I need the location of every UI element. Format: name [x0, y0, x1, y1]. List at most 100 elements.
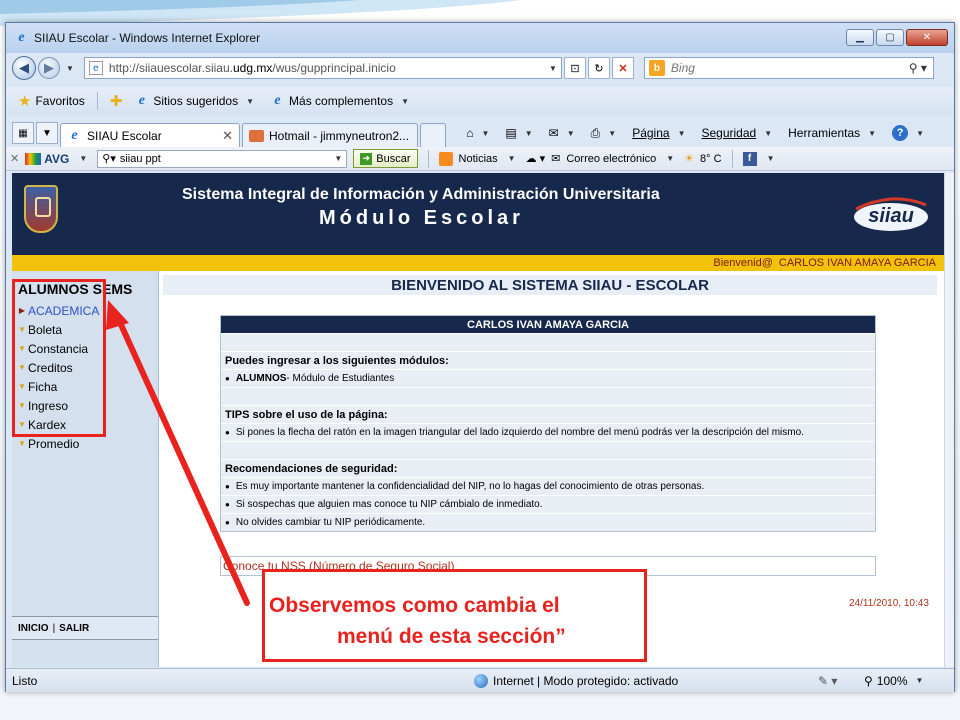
- close-tab-icon[interactable]: ✕: [222, 128, 233, 144]
- suggested-sites-icon: e: [138, 93, 145, 108]
- address-url[interactable]: http://siiauescolar.siiau.udg.mx/wus/gup…: [109, 61, 545, 75]
- triangle-right-icon[interactable]: ▶: [18, 306, 26, 315]
- addons-label: Más complementos: [289, 94, 394, 108]
- protected-mode-icon[interactable]: ✎ ▾: [818, 674, 837, 688]
- welcome-banner: BIENVENIDO AL SISTEMA SIIAU - ESCOLAR: [163, 275, 937, 295]
- triangle-down-icon[interactable]: ▼: [18, 363, 26, 372]
- weather-widget-icon[interactable]: ☁ ▾: [526, 152, 546, 165]
- modules-title: Puedes ingresar a los siguientes módulos…: [221, 351, 875, 369]
- add-favorite-icon: ✚: [109, 93, 123, 110]
- zoom-icon: ⚲: [864, 673, 873, 688]
- bing-logo-icon: b: [648, 60, 665, 76]
- print-button[interactable]: ⎙ ▼: [591, 126, 621, 141]
- status-text: Listo: [12, 673, 38, 688]
- home-button[interactable]: ⌂ ▼: [466, 126, 493, 140]
- avg-logo[interactable]: AVG: [25, 152, 69, 166]
- udg-crest-logo: [24, 185, 58, 233]
- close-toolbar-icon[interactable]: ✕: [10, 152, 19, 165]
- chevron-down-icon[interactable]: ▼: [767, 154, 775, 163]
- footer-links: INICIO | SALIR: [12, 616, 158, 640]
- close-button[interactable]: ✕: [906, 29, 948, 46]
- triangle-down-icon[interactable]: ▼: [18, 325, 26, 334]
- menu-item-kardex[interactable]: ▼ Kardex: [18, 415, 110, 434]
- vertical-scrollbar[interactable]: [944, 173, 954, 667]
- annotation-callout: Observemos como cambia el menú de esta s…: [262, 569, 647, 662]
- info-spacer: [221, 441, 875, 459]
- compatibility-view-icon[interactable]: ⊡: [563, 57, 586, 79]
- add-favorite-button[interactable]: ✚: [106, 92, 127, 110]
- side-menu: ▶ ACADEMICA ▼ Boleta ▼ Constancia ▼ Creditos…: [18, 301, 110, 453]
- site-banner: Sistema Integral de Información y Admini…: [12, 173, 944, 255]
- welcome-prefix: Bienvenid@: [713, 257, 773, 269]
- quick-tabs-button[interactable]: ▦: [12, 122, 34, 144]
- menu-item-creditos[interactable]: ▼ Creditos: [18, 358, 110, 377]
- title-bar: e SIIAU Escolar - Windows Internet Explo…: [6, 23, 954, 53]
- command-bar: ⌂ ▼ ▤ ▼ ✉ ▼ ⎙ ▼ Página ▼ Seguridad ▼ Herra…: [466, 119, 954, 147]
- search-icon[interactable]: ⚲ ▾: [909, 61, 927, 75]
- help-button[interactable]: ? ▼: [892, 125, 928, 141]
- triangle-down-icon[interactable]: ▼: [18, 420, 26, 429]
- tab-hotmail[interactable]: Hotmail - jimmyneutron2...: [242, 123, 418, 147]
- triangle-down-icon[interactable]: ▼: [18, 439, 26, 448]
- chevron-down-icon[interactable]: ▼: [666, 154, 674, 163]
- safety-menu[interactable]: Seguridad ▼: [701, 126, 776, 140]
- triangle-down-icon[interactable]: ▼: [18, 382, 26, 391]
- buscar-button[interactable]: ➜ Buscar: [353, 149, 418, 168]
- chevron-down-icon[interactable]: ▼: [79, 154, 87, 163]
- triangle-down-icon[interactable]: ▼: [18, 344, 26, 353]
- chevron-down-icon: ▼: [246, 96, 255, 106]
- security-row: ● Si sospechas que alguien mas conoce tu …: [221, 495, 875, 513]
- annotation-line-1: Observemos como cambia el: [269, 594, 560, 617]
- menu-item-ficha[interactable]: ▼ Ficha: [18, 377, 110, 396]
- siiau-logo: siiau: [854, 197, 928, 231]
- suggested-sites-button[interactable]: e Sitios sugeridos ▼: [130, 93, 262, 109]
- facebook-icon[interactable]: f: [742, 151, 757, 166]
- bing-search-box[interactable]: b Bing ⚲ ▾: [643, 57, 934, 79]
- info-spacer: [221, 333, 875, 351]
- tools-menu[interactable]: Herramientas ▼: [788, 126, 880, 140]
- stop-icon[interactable]: ✕: [611, 57, 634, 79]
- chevron-down-icon[interactable]: ▼: [334, 154, 342, 163]
- feeds-button[interactable]: ▤ ▼: [505, 126, 536, 140]
- footer-separator: |: [52, 622, 56, 634]
- tab-siiau[interactable]: e SIIAU Escolar ✕: [60, 123, 240, 147]
- security-zone[interactable]: Internet | Modo protegido: activado: [474, 673, 678, 688]
- avg-search-value: siiau ppt: [119, 152, 161, 165]
- siiau-logo-text: siiau: [868, 205, 914, 227]
- system-title: Sistema Integral de Información y Admini…: [182, 186, 660, 203]
- weather-temp[interactable]: 8° C: [700, 153, 722, 165]
- back-button[interactable]: ◀: [12, 56, 36, 80]
- maximize-button[interactable]: ▢: [876, 29, 904, 46]
- page-menu[interactable]: Página ▼: [632, 126, 689, 140]
- zoom-control[interactable]: ⚲ 100% ▼: [864, 674, 927, 688]
- chevron-down-icon[interactable]: ▼: [508, 154, 516, 163]
- sun-icon: ☀: [684, 153, 695, 165]
- menu-item-ingreso[interactable]: ▼ Ingreso: [18, 396, 110, 415]
- minimize-button[interactable]: ▁: [846, 29, 874, 46]
- menu-item-academica[interactable]: ▶ ACADEMICA: [18, 301, 110, 320]
- address-bar[interactable]: e http://siiauescolar.siiau.udg.mx/wus/g…: [83, 57, 562, 79]
- address-dropdown-icon[interactable]: ▼: [549, 64, 557, 73]
- tip-row: ● Si pones la flecha del ratón en la imag…: [221, 423, 875, 441]
- info-spacer: [221, 387, 875, 405]
- menu-item-promedio[interactable]: ▼ Promedio: [18, 434, 110, 453]
- home-link[interactable]: INICIO: [18, 623, 49, 634]
- menu-item-constancia[interactable]: ▼ Constancia: [18, 339, 110, 358]
- tab-list-button[interactable]: ▼: [36, 122, 58, 144]
- new-tab-button[interactable]: [420, 123, 446, 147]
- triangle-down-icon[interactable]: ▼: [18, 401, 26, 410]
- tab-ie-icon: e: [71, 127, 78, 143]
- history-dropdown-icon[interactable]: ▼: [66, 64, 74, 73]
- email-button[interactable]: Correo electrónico: [566, 153, 656, 165]
- security-row: ● Es muy importante mantener la confidenc…: [221, 477, 875, 495]
- forward-button[interactable]: ▶: [38, 57, 60, 79]
- addons-button[interactable]: e Más complementos ▼: [266, 93, 417, 109]
- user-name: CARLOS IVAN AMAYA GARCIA: [778, 257, 936, 269]
- logout-link[interactable]: SALIR: [59, 623, 89, 634]
- news-button[interactable]: Noticias: [459, 153, 498, 165]
- menu-item-boleta[interactable]: ▼ Boleta: [18, 320, 110, 339]
- avg-search-input[interactable]: ⚲▾ siiau ppt ▼: [97, 149, 348, 168]
- refresh-icon[interactable]: ↻: [587, 57, 610, 79]
- mail-button[interactable]: ✉ ▼: [549, 126, 579, 140]
- favorites-button[interactable]: ★ Favoritos: [14, 92, 89, 110]
